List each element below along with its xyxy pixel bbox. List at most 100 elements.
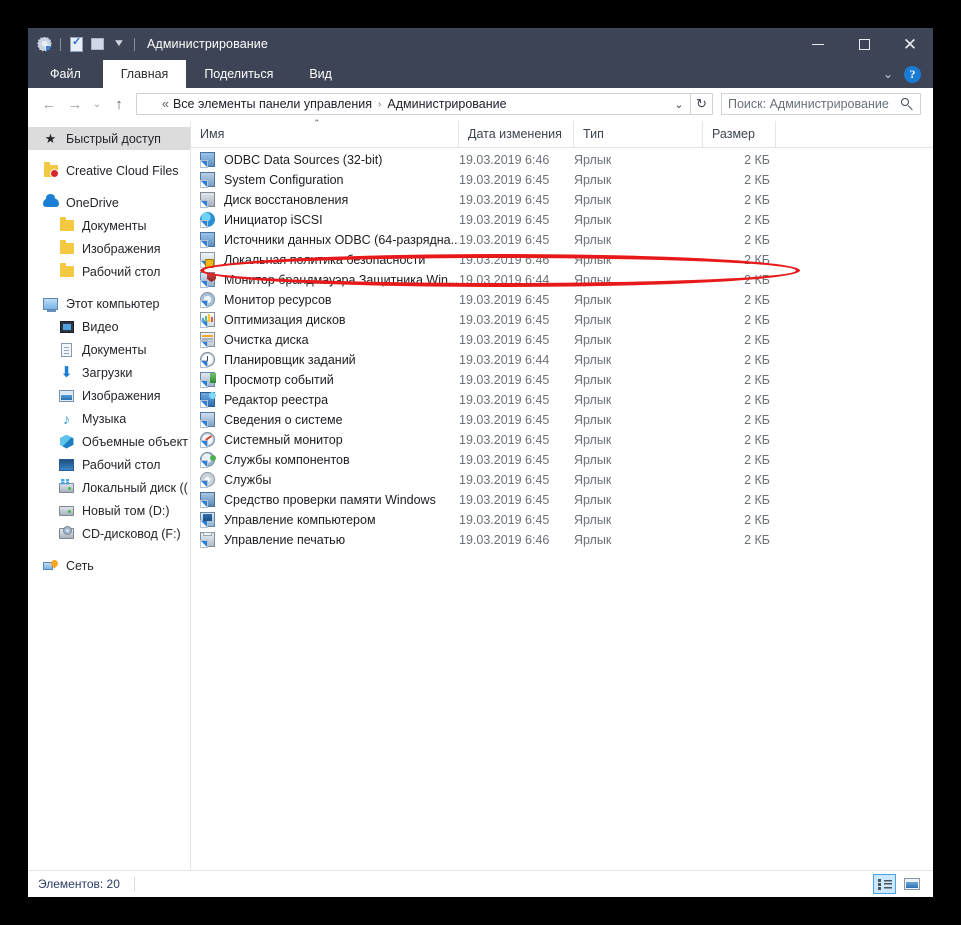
control-panel-icon	[141, 97, 156, 112]
task-scheduler-shortcut-icon	[200, 352, 216, 368]
table-row-local-security-policy[interactable]: Локальная политика безопасности 19.03.20…	[191, 250, 933, 270]
sidebar-item-cd-drive-f[interactable]: CD-дисковод (F:)	[28, 522, 190, 545]
sidebar-item-network[interactable]: Сеть	[28, 554, 190, 577]
sidebar-item-new-volume-d[interactable]: Новый том (D:)	[28, 499, 190, 522]
tab-home[interactable]: Главная	[102, 60, 187, 88]
tiles-view-button[interactable]	[900, 874, 923, 894]
sidebar-item-onedrive-pictures[interactable]: Изображения	[28, 237, 190, 260]
sidebar-item-label: Изображения	[82, 388, 161, 403]
recent-locations-chevron-down-icon[interactable]: ⌄	[88, 91, 106, 117]
file-name: System Configuration	[224, 173, 344, 187]
file-name: Системный монитор	[224, 433, 343, 447]
table-row[interactable]: System Configuration 19.03.2019 6:45 Ярл…	[191, 170, 933, 190]
address-path-field[interactable]: « Все элементы панели управления › Админ…	[136, 93, 691, 115]
cell-size: 2 КБ	[744, 293, 770, 307]
properties-icon[interactable]	[68, 35, 85, 53]
cell-date: 19.03.2019 6:46	[459, 153, 550, 167]
component-services-shortcut-icon	[200, 452, 216, 468]
back-button[interactable]: ←	[36, 91, 62, 117]
video-icon	[58, 318, 75, 335]
cell-type: Ярлык	[574, 313, 612, 327]
table-row[interactable]: Просмотр событий 19.03.2019 6:45 Ярлык 2…	[191, 370, 933, 390]
breadcrumb-item-control-panel[interactable]: Все элементы панели управления	[171, 97, 374, 111]
event-viewer-shortcut-icon	[200, 372, 216, 388]
table-row[interactable]: Планировщик заданий 19.03.2019 6:44 Ярлы…	[191, 350, 933, 370]
view-mode-buttons	[873, 874, 923, 894]
table-row[interactable]: Службы 19.03.2019 6:45 Ярлык 2 КБ	[191, 470, 933, 490]
table-row[interactable]: Службы компонентов 19.03.2019 6:45 Ярлык…	[191, 450, 933, 470]
close-icon: ✕	[902, 34, 918, 54]
new-folder-icon[interactable]	[89, 36, 106, 53]
table-row[interactable]: Средство проверки памяти Windows 19.03.2…	[191, 490, 933, 510]
column-header-type[interactable]: Тип	[574, 121, 703, 147]
sidebar-item-onedrive[interactable]: OneDrive	[28, 191, 190, 214]
sidebar-item-downloads[interactable]: ⬇ Загрузки	[28, 361, 190, 384]
file-name: Службы	[224, 473, 272, 487]
cell-size: 2 КБ	[744, 253, 770, 267]
help-icon[interactable]: ?	[904, 65, 921, 83]
sidebar-item-music[interactable]: ♪ Музыка	[28, 407, 190, 430]
sidebar-item-pictures[interactable]: Изображения	[28, 384, 190, 407]
file-rows: ODBC Data Sources (32-bit) 19.03.2019 6:…	[191, 148, 933, 870]
table-row[interactable]: Системный монитор 19.03.2019 6:45 Ярлык …	[191, 430, 933, 450]
column-header-date-modified[interactable]: Дата изменения	[459, 121, 574, 147]
search-input[interactable]: Поиск: Администрирование	[728, 97, 901, 111]
table-row[interactable]: Редактор реестра 19.03.2019 6:45 Ярлык 2…	[191, 390, 933, 410]
sidebar-item-local-disk-c[interactable]: Локальный диск ((	[28, 476, 190, 499]
sidebar-item-desktop[interactable]: Рабочий стол	[28, 453, 190, 476]
toolbar-divider	[60, 37, 61, 51]
sidebar-item-documents[interactable]: Документы	[28, 338, 190, 361]
table-row[interactable]: Источники данных ODBC (64-разрядна... 19…	[191, 230, 933, 250]
tab-file[interactable]: Файл	[28, 60, 103, 88]
cell-date: 19.03.2019 6:45	[459, 453, 550, 467]
column-header-name[interactable]: Имя	[191, 121, 459, 147]
refresh-button[interactable]: ↻	[691, 93, 713, 115]
table-row[interactable]: Монитор ресурсов 19.03.2019 6:45 Ярлык 2…	[191, 290, 933, 310]
expand-ribbon-chevron-down-icon[interactable]: ⌄	[883, 67, 893, 81]
breadcrumb-item-administrative-tools[interactable]: Администрирование	[385, 97, 508, 111]
file-name: Планировщик заданий	[224, 353, 356, 367]
file-name: Монитор ресурсов	[224, 293, 332, 307]
breadcrumb-overflow[interactable]: «	[160, 97, 171, 111]
details-view-button[interactable]	[873, 874, 896, 894]
table-row[interactable]: Сведения о системе 19.03.2019 6:45 Ярлык…	[191, 410, 933, 430]
address-dropdown-chevron-down-icon[interactable]: ⌄	[670, 94, 688, 114]
table-row[interactable]: ODBC Data Sources (32-bit) 19.03.2019 6:…	[191, 150, 933, 170]
tab-view[interactable]: Вид	[291, 60, 350, 88]
file-name: Сведения о системе	[224, 413, 343, 427]
table-row[interactable]: Диск восстановления 19.03.2019 6:45 Ярлы…	[191, 190, 933, 210]
system-configuration-shortcut-icon	[200, 172, 216, 188]
table-row[interactable]: Инициатор iSCSI 19.03.2019 6:45 Ярлык 2 …	[191, 210, 933, 230]
sidebar-item-onedrive-desktop[interactable]: Рабочий стол	[28, 260, 190, 283]
column-header-size[interactable]: Размер	[703, 121, 776, 147]
forward-button[interactable]: →	[62, 91, 88, 117]
table-row[interactable]: Управление печатью 19.03.2019 6:46 Ярлык…	[191, 530, 933, 550]
cell-type: Ярлык	[574, 473, 612, 487]
sidebar-item-onedrive-documents[interactable]: Документы	[28, 214, 190, 237]
table-row[interactable]: Очистка диска 19.03.2019 6:45 Ярлык 2 КБ	[191, 330, 933, 350]
sidebar-item-videos[interactable]: Видео	[28, 315, 190, 338]
table-row[interactable]: Оптимизация дисков 19.03.2019 6:45 Ярлык…	[191, 310, 933, 330]
table-row[interactable]: Управление компьютером 19.03.2019 6:45 Я…	[191, 510, 933, 530]
maximize-button[interactable]	[841, 28, 887, 60]
cell-date: 19.03.2019 6:45	[459, 233, 550, 247]
folder-icon	[58, 263, 75, 280]
tab-share[interactable]: Поделиться	[186, 60, 291, 88]
cell-name: Инициатор iSCSI	[191, 212, 459, 228]
sidebar-item-creative-cloud-files[interactable]: Creative Cloud Files	[28, 159, 190, 182]
close-button[interactable]: ✕	[887, 28, 933, 60]
search-box[interactable]: Поиск: Администрирование	[721, 93, 921, 115]
up-button[interactable]: ↑	[106, 91, 132, 117]
cell-type: Ярлык	[574, 333, 612, 347]
sidebar-item-3d-objects[interactable]: Объемные объект	[28, 430, 190, 453]
minimize-button[interactable]	[795, 28, 841, 60]
documents-icon	[58, 341, 75, 358]
table-row[interactable]: Монитор брандмауэра Защитника Win... 19.…	[191, 270, 933, 290]
cell-size: 2 КБ	[744, 153, 770, 167]
cell-size: 2 КБ	[744, 513, 770, 527]
sidebar-item-label: Рабочий стол	[82, 264, 161, 279]
customize-qat-chevron-down-icon[interactable]: ▼	[110, 36, 127, 53]
sidebar-item-this-pc[interactable]: Этот компьютер	[28, 292, 190, 315]
sidebar-item-quick-access[interactable]: ★ Быстрый доступ	[28, 127, 190, 150]
